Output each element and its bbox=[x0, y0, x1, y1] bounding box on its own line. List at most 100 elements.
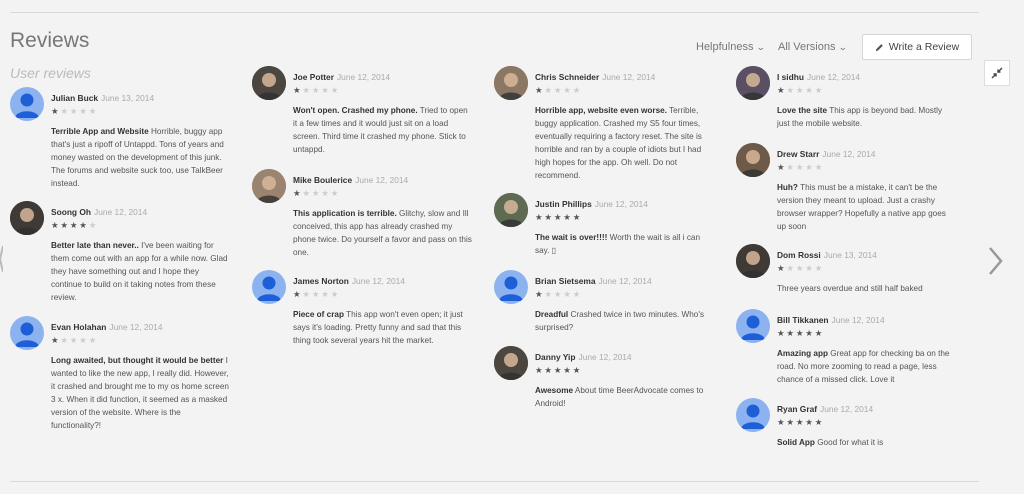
author-name[interactable]: I sidhu bbox=[777, 72, 804, 82]
star-icon: ★ bbox=[60, 220, 70, 230]
star-icon: ★ bbox=[553, 289, 564, 299]
review-date: June 12, 2014 bbox=[336, 72, 391, 82]
review-body: Awesome About time BeerAdvocate comes to… bbox=[535, 384, 715, 410]
avatar[interactable] bbox=[494, 193, 528, 227]
author-name[interactable]: Evan Holahan bbox=[51, 322, 106, 332]
star-rating: ★★★★★ bbox=[293, 289, 340, 300]
review-author: Drew Starr June 12, 2014 bbox=[777, 149, 875, 159]
star-icon: ★ bbox=[79, 220, 89, 230]
avatar[interactable] bbox=[10, 87, 44, 121]
star-icon: ★ bbox=[786, 263, 796, 273]
review-date: June 12, 2014 bbox=[351, 276, 405, 286]
author-name[interactable]: Brian Sietsema bbox=[535, 276, 596, 286]
avatar[interactable] bbox=[252, 169, 286, 203]
star-icon: ★ bbox=[51, 106, 61, 116]
star-icon: ★ bbox=[79, 106, 89, 116]
review-title: Awesome bbox=[535, 386, 574, 395]
star-icon: ★ bbox=[544, 289, 554, 299]
star-icon: ★ bbox=[786, 417, 796, 427]
review-date: June 12, 2014 bbox=[822, 149, 876, 159]
review-title: The wait is over!!!! bbox=[535, 233, 608, 242]
review-author: Dom Rossi June 13, 2014 bbox=[777, 250, 877, 260]
star-icon: ★ bbox=[88, 335, 99, 345]
star-icon: ★ bbox=[814, 328, 825, 338]
avatar[interactable] bbox=[10, 316, 44, 350]
author-name[interactable]: Drew Starr bbox=[777, 149, 819, 159]
prev-arrow-edge[interactable] bbox=[0, 244, 3, 274]
star-icon: ★ bbox=[321, 85, 331, 95]
star-icon: ★ bbox=[572, 289, 583, 299]
review-author: Evan Holahan June 12, 2014 bbox=[51, 322, 162, 332]
write-review-button[interactable]: Write a Review bbox=[862, 34, 972, 60]
star-icon: ★ bbox=[321, 188, 331, 198]
review-title: Better late than never.. bbox=[51, 241, 139, 250]
avatar[interactable] bbox=[10, 201, 44, 235]
sort-dropdown[interactable]: Helpfulness ⌄ bbox=[696, 41, 766, 53]
star-icon: ★ bbox=[544, 85, 554, 95]
avatar[interactable] bbox=[252, 66, 286, 100]
collapse-button[interactable] bbox=[984, 60, 1010, 86]
star-icon: ★ bbox=[535, 212, 545, 222]
star-rating: ★★★★★ bbox=[777, 328, 824, 339]
review-author: Julian Buck June 13, 2014 bbox=[51, 93, 154, 103]
avatar[interactable] bbox=[736, 66, 770, 100]
author-name[interactable]: Bill Tikkanen bbox=[777, 315, 829, 325]
avatar[interactable] bbox=[736, 143, 770, 177]
review-body: Love the site This app is beyond bad. Mo… bbox=[777, 104, 957, 130]
review-title: Love the site bbox=[777, 106, 828, 115]
review-date: June 12, 2014 bbox=[831, 315, 885, 325]
review-text: I've been waiting for them come out with… bbox=[51, 241, 228, 302]
star-icon: ★ bbox=[814, 85, 825, 95]
top-divider bbox=[10, 12, 979, 13]
star-rating: ★★★★★ bbox=[777, 162, 824, 173]
review-title: Terrible App and Website bbox=[51, 127, 149, 136]
review-body: Horrible app, website even worse. Terrib… bbox=[535, 104, 715, 182]
author-name[interactable]: James Norton bbox=[293, 276, 349, 286]
author-name[interactable]: Justin Phillips bbox=[535, 199, 592, 209]
review-title: Amazing app bbox=[777, 349, 828, 358]
avatar[interactable] bbox=[736, 398, 770, 432]
chevron-right-icon[interactable] bbox=[985, 246, 1005, 276]
author-name[interactable]: Dom Rossi bbox=[777, 250, 821, 260]
version-dropdown[interactable]: All Versions ⌄ bbox=[778, 41, 848, 53]
review-title: Solid App bbox=[777, 438, 815, 447]
star-icon: ★ bbox=[544, 365, 554, 375]
review-body: Dreadful Crashed twice in two minutes. W… bbox=[535, 308, 715, 334]
author-name[interactable]: Danny Yip bbox=[535, 352, 576, 362]
star-icon: ★ bbox=[805, 328, 815, 338]
star-icon: ★ bbox=[795, 328, 806, 338]
star-icon: ★ bbox=[293, 188, 303, 198]
avatar[interactable] bbox=[736, 244, 770, 278]
review-body: Solid App Good for what it is bbox=[777, 436, 957, 449]
author-name[interactable]: Joe Potter bbox=[293, 72, 334, 82]
author-name[interactable]: Mike Boulerice bbox=[293, 175, 352, 185]
review-text: I wanted to like the new app, I really d… bbox=[51, 356, 229, 430]
star-icon: ★ bbox=[293, 289, 303, 299]
review-date: June 12, 2014 bbox=[820, 404, 874, 414]
review-body: Piece of crap This app won't even open; … bbox=[293, 308, 473, 347]
star-icon: ★ bbox=[814, 263, 825, 273]
author-name[interactable]: Chris Schneider bbox=[535, 72, 599, 82]
avatar[interactable] bbox=[494, 346, 528, 380]
author-name[interactable]: Julian Buck bbox=[51, 93, 98, 103]
review-title: Dreadful bbox=[535, 310, 569, 319]
star-rating: ★★★★★ bbox=[51, 220, 98, 231]
avatar[interactable] bbox=[736, 309, 770, 343]
author-name[interactable]: Ryan Graf bbox=[777, 404, 817, 414]
star-rating: ★★★★★ bbox=[777, 417, 824, 428]
review-author: James Norton June 12, 2014 bbox=[293, 276, 405, 286]
star-icon: ★ bbox=[805, 263, 815, 273]
star-icon: ★ bbox=[563, 289, 573, 299]
star-icon: ★ bbox=[786, 328, 796, 338]
star-icon: ★ bbox=[544, 212, 554, 222]
star-icon: ★ bbox=[777, 328, 787, 338]
star-icon: ★ bbox=[777, 162, 787, 172]
collapse-icon bbox=[991, 67, 1003, 79]
author-name[interactable]: Soong Oh bbox=[51, 207, 91, 217]
avatar[interactable] bbox=[252, 270, 286, 304]
review-date: June 13, 2014 bbox=[823, 250, 877, 260]
star-icon: ★ bbox=[330, 85, 341, 95]
avatar[interactable] bbox=[494, 270, 528, 304]
avatar[interactable] bbox=[494, 66, 528, 100]
review-date: June 12, 2014 bbox=[578, 352, 632, 362]
